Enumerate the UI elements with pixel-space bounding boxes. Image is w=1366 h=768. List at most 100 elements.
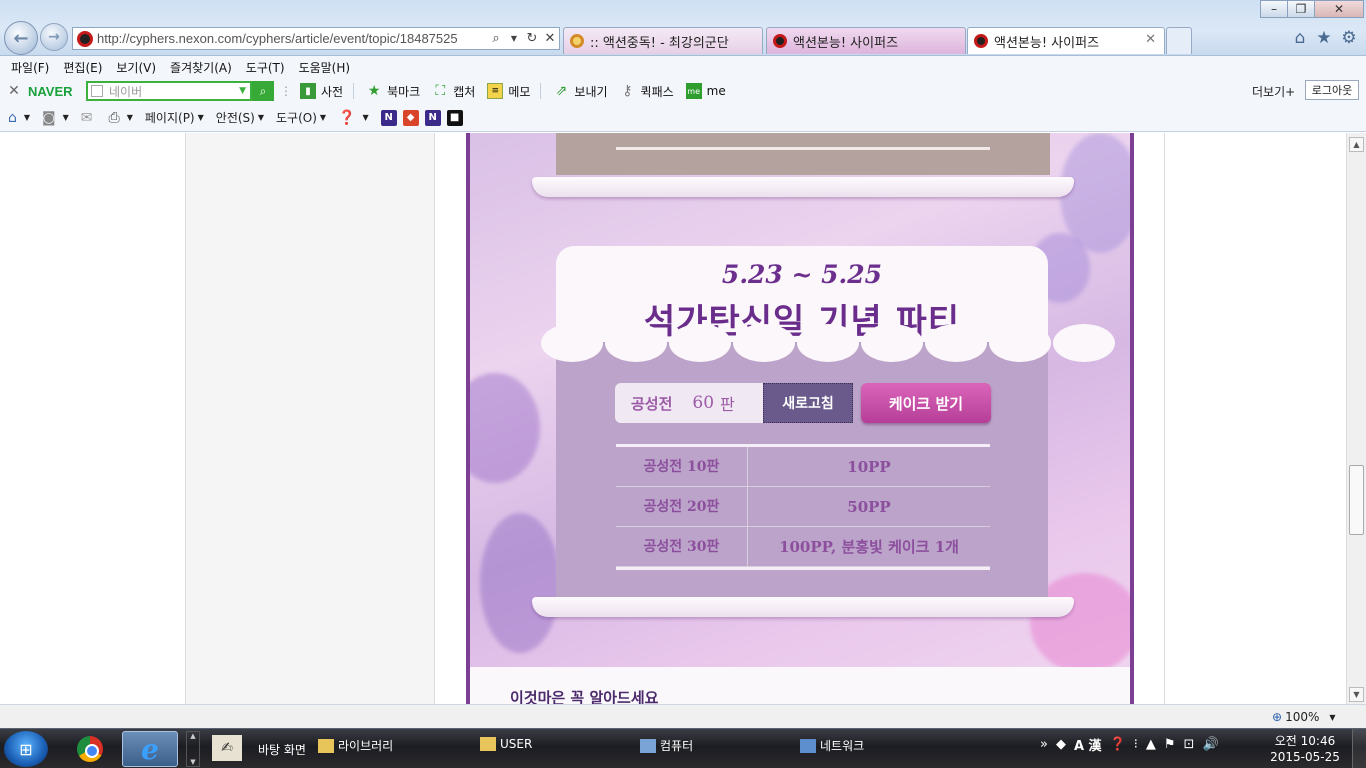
desktop-toolbar[interactable]: ✍ <box>212 735 246 761</box>
menu-tools[interactable]: 도구(T) <box>239 59 292 76</box>
memo-button[interactable]: ≡ 메모 <box>487 83 530 100</box>
tab-close-icon[interactable]: ✕ <box>1145 32 1156 47</box>
back-button[interactable]: ← <box>4 21 38 55</box>
network-status-icon[interactable]: ⊡ <box>1184 737 1195 752</box>
windows-logo-icon: ⊞ <box>19 739 33 759</box>
home-icon: ⌂ <box>8 109 17 126</box>
menu-help[interactable]: 도움말(H) <box>292 59 358 76</box>
taskbar-libraries[interactable]: 라이브러리 <box>318 737 393 754</box>
page-menu[interactable]: 페이지(P) ▼ <box>145 109 204 126</box>
system-clock[interactable]: 오전 10:46 2015-05-25 <box>1270 733 1340 765</box>
me-button[interactable]: me me <box>685 83 726 99</box>
scroll-thumb[interactable] <box>1349 465 1364 535</box>
address-bar[interactable]: http://cyphers.nexon.com/cyphers/article… <box>72 27 560 50</box>
show-hidden-icon[interactable]: ▲ <box>1146 737 1156 752</box>
chevron-up-icon: ▲ <box>190 732 196 740</box>
language-icon[interactable]: ◆ <box>1056 737 1066 752</box>
home-button[interactable]: ⌂ ▼ <box>8 110 30 126</box>
dropdown-arrow-icon[interactable]: ▼ <box>505 34 523 43</box>
menu-bar: 파일(F) 편집(E) 보기(V) 즐겨찾기(A) 도구(T) 도움말(H) <box>0 56 1366 78</box>
vertical-scrollbar[interactable]: ▲ ▼ <box>1346 133 1366 704</box>
naver-logo[interactable]: NAVER <box>28 84 86 99</box>
addon-icon[interactable]: ◆ <box>402 109 419 126</box>
zoom-control[interactable]: ⊕ 100% ▼ <box>1272 710 1336 724</box>
refresh-button[interactable]: 새로고침 <box>763 383 853 423</box>
search-option-checkbox[interactable] <box>91 85 103 97</box>
siege-counter: 공성전 60 판 <box>615 383 763 423</box>
favorites-star-icon[interactable]: ★ <box>1314 28 1334 48</box>
stop-icon[interactable]: ✕ <box>541 31 559 46</box>
taskbar-desktop[interactable]: 바탕 화면 <box>258 741 306 758</box>
table-row: 공성전 10판 10PP <box>616 446 990 487</box>
ime-indicator[interactable]: A 漢 <box>1074 735 1102 754</box>
search-icon[interactable]: ⌕ <box>487 31 505 46</box>
feeds-button[interactable]: ◙ ▼ <box>42 110 69 126</box>
taskbar-internet-explorer[interactable]: e <box>122 731 178 767</box>
menu-favorites[interactable]: 즐겨찾기(A) <box>163 59 239 76</box>
taskbar-user[interactable]: USER <box>480 737 532 751</box>
naver-search-input[interactable]: 네이버 ▼ <box>86 81 252 101</box>
reward-condition: 공성전 30판 <box>616 526 748 567</box>
drag-handle-icon[interactable]: ⋮ <box>280 84 292 98</box>
ime-help-icon[interactable]: ❓ <box>1110 737 1126 752</box>
chevron-down-icon[interactable]: ▼ <box>239 86 250 96</box>
volume-icon[interactable]: 🔊 <box>1202 737 1218 752</box>
taskbar-network[interactable]: 네트워크 <box>800 737 864 754</box>
close-window-button[interactable]: ✕ <box>1314 0 1364 18</box>
start-button[interactable]: ⊞ <box>4 731 48 767</box>
tab-title: 액션본능! 사이퍼즈 <box>994 35 1100 51</box>
share-icon: ⇗ <box>555 83 568 99</box>
maximize-button[interactable]: ❐ <box>1287 0 1315 18</box>
home-icon[interactable]: ⌂ <box>1290 28 1310 48</box>
bookmark-button[interactable]: ★ 북마크 <box>366 83 420 100</box>
forward-arrow-icon: → <box>48 29 60 45</box>
taskbar-scroller[interactable]: ▲ ▼ <box>186 731 200 767</box>
onenote-icon[interactable]: N <box>424 109 441 126</box>
addon-dark-icon[interactable]: ■ <box>446 109 463 126</box>
browser-titlebar: ← → http://cyphers.nexon.com/cyphers/art… <box>0 0 1366 56</box>
print-button[interactable]: ⎙ ▼ <box>109 110 133 126</box>
dictionary-button[interactable]: ▮ 사전 <box>300 83 343 100</box>
more-button[interactable]: 더보기+ <box>1252 83 1295 100</box>
ime-menu-icon[interactable]: ⁝ <box>1134 737 1138 752</box>
safety-menu[interactable]: 안전(S) ▼ <box>216 109 264 126</box>
onenote-icon[interactable]: N <box>380 109 397 126</box>
logout-button[interactable]: 로그아웃 <box>1305 80 1359 100</box>
gear-icon[interactable]: ⚙ <box>1339 28 1359 48</box>
new-tab-button[interactable] <box>1166 27 1192 54</box>
toolbar-close-icon[interactable]: ✕ <box>0 83 28 99</box>
tab-1[interactable]: :: 액션중독! - 최강의군단 <box>563 27 763 54</box>
menu-edit[interactable]: 편집(E) <box>56 59 109 76</box>
counter-label: 공성전 <box>631 394 673 413</box>
zoom-level: 100% <box>1285 710 1320 724</box>
flag-icon[interactable]: ⚑ <box>1164 737 1176 752</box>
tools-menu[interactable]: 도구(O) ▼ <box>276 109 326 126</box>
show-desktop-button[interactable] <box>1352 729 1366 768</box>
signature-pad-icon: ✍ <box>212 735 242 761</box>
mail-button[interactable]: ✉ <box>81 110 97 126</box>
menu-view[interactable]: 보기(V) <box>109 59 163 76</box>
network-icon <box>800 738 816 753</box>
quickpass-button[interactable]: ⚷ 퀵패스 <box>620 83 673 100</box>
taskbar-computer[interactable]: 컴퓨터 <box>640 737 693 754</box>
scroll-up-icon[interactable]: ▲ <box>1349 137 1364 152</box>
minimize-button[interactable]: – <box>1260 0 1288 18</box>
decor-blob <box>1060 133 1130 253</box>
help-button[interactable]: ❓ ▼ <box>338 110 369 126</box>
scroll-down-icon[interactable]: ▼ <box>1349 687 1364 702</box>
menu-file[interactable]: 파일(F) <box>4 59 56 76</box>
refresh-icon[interactable]: ↻ <box>523 31 541 46</box>
tray-expand-icon[interactable]: » <box>1040 737 1048 752</box>
naver-search-button[interactable]: ⌕ <box>252 81 274 101</box>
send-button[interactable]: ⇗ 보내기 <box>553 83 608 100</box>
key-icon: ⚷ <box>622 83 633 99</box>
forward-button[interactable]: → <box>40 23 68 51</box>
chevron-down-icon: ▼ <box>197 113 204 122</box>
address-text[interactable]: http://cyphers.nexon.com/cyphers/article… <box>97 31 487 46</box>
capture-button[interactable]: ⛶ 캡처 <box>432 83 475 100</box>
tab-3-active[interactable]: 액션본능! 사이퍼즈 ✕ <box>967 27 1165 54</box>
tab-2[interactable]: 액션본능! 사이퍼즈 <box>766 27 966 54</box>
reward-value: 50PP <box>847 497 891 516</box>
taskbar-chrome[interactable] <box>62 731 118 767</box>
get-cake-button[interactable]: 케이크 받기 <box>861 383 991 423</box>
